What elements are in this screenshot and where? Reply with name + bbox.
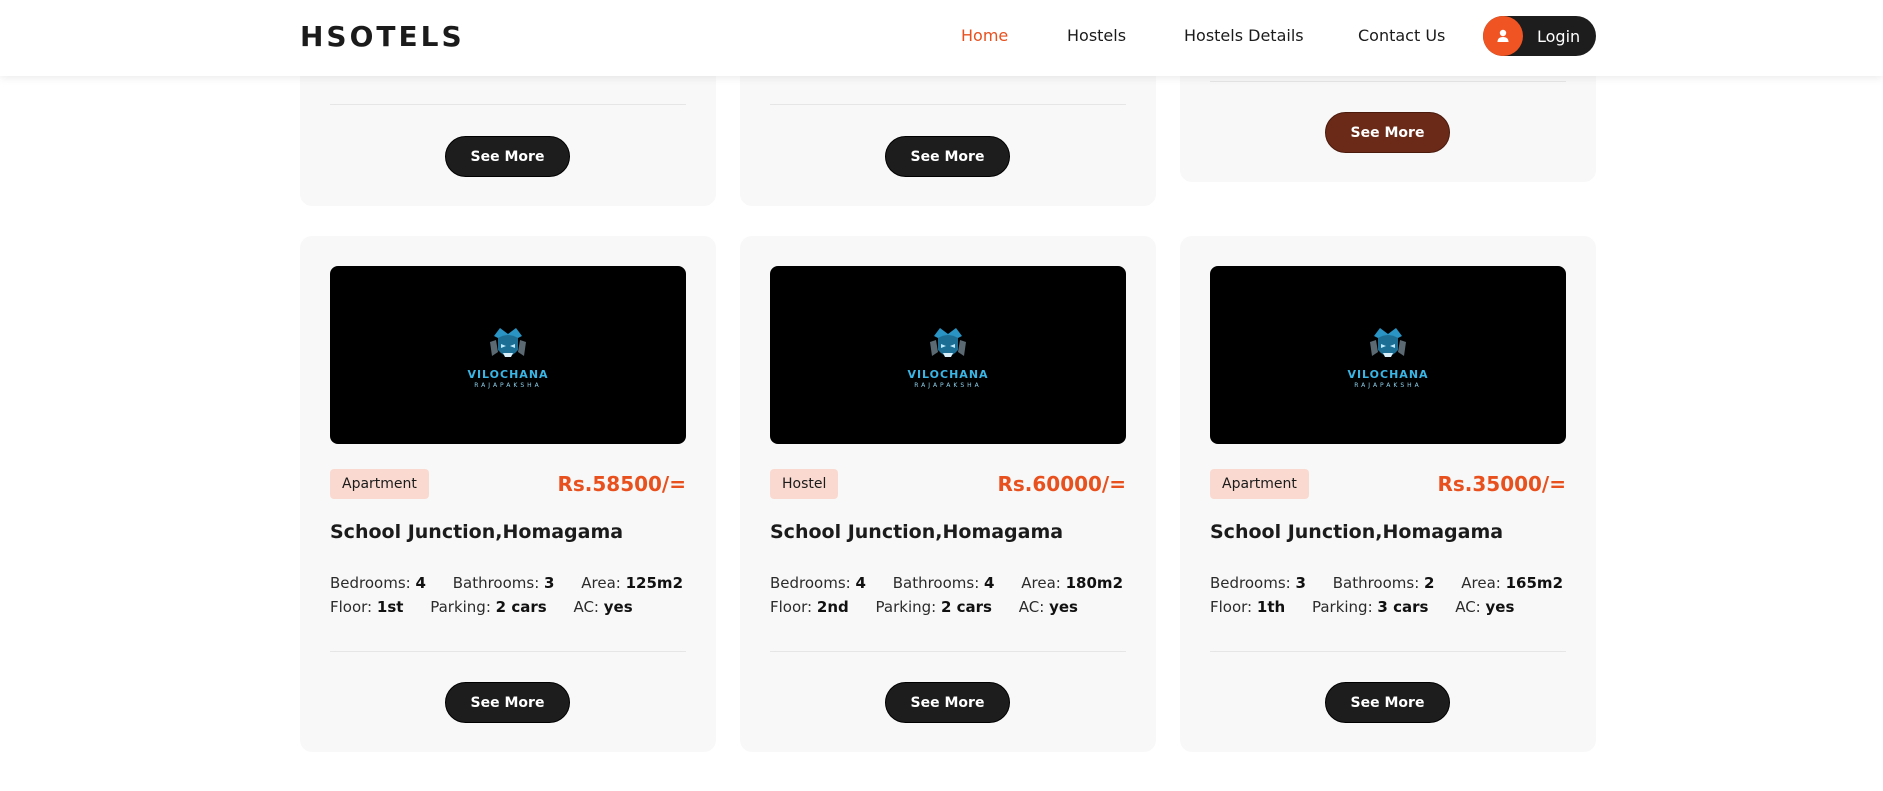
price: Rs.60000/=: [997, 472, 1126, 496]
parking-spec: Parking: 3 cars: [1311, 598, 1429, 616]
area-spec: Area: 165m2: [1461, 574, 1564, 592]
brand-subtitle: RAJAPAKSHA: [474, 381, 542, 389]
brand-subtitle: RAJAPAKSHA: [1354, 381, 1422, 389]
location-title[interactable]: School Junction,Homagama: [330, 521, 623, 543]
floor-spec: Floor: 2nd: [770, 598, 849, 616]
area-spec: Area: 125m2: [581, 574, 684, 592]
samurai-mask-icon: [930, 327, 966, 357]
location-title[interactable]: School Junction,Homagama: [1210, 521, 1503, 543]
samurai-mask-icon: [1370, 327, 1406, 357]
brand-logo: VILOCHANA RAJAPAKSHA: [467, 322, 548, 389]
spec-row-1: Bedrooms: 3 Bathrooms: 2 Area: 165m2: [1210, 574, 1585, 592]
bedrooms-spec: Bedrooms: 3: [1210, 574, 1306, 592]
listing-image[interactable]: VILOCHANA RAJAPAKSHA: [770, 266, 1126, 444]
bathrooms-spec: Bathrooms: 3: [452, 574, 555, 592]
listing-card: VILOCHANA RAJAPAKSHA Apartment Rs.35000/…: [1180, 236, 1596, 752]
price: Rs.35000/=: [1437, 472, 1566, 496]
user-icon: [1483, 16, 1523, 56]
card-divider: [1210, 651, 1566, 652]
see-more-button[interactable]: See More: [885, 682, 1010, 723]
listing-card: VILOCHANA RAJAPAKSHA Hostel Rs.60000/= S…: [740, 236, 1156, 752]
brand-name: VILOCHANA: [467, 367, 549, 381]
nav-home[interactable]: Home: [961, 26, 1008, 45]
ac-spec: AC: yes: [573, 598, 633, 616]
card-divider: [770, 104, 1126, 105]
card-divider: [770, 651, 1126, 652]
site-header: HSOTELS Home Hostels Hostels Details Con…: [0, 0, 1883, 76]
see-more-button[interactable]: See More: [1325, 112, 1450, 153]
listing-image[interactable]: VILOCHANA RAJAPAKSHA: [1210, 266, 1566, 444]
site-logo[interactable]: HSOTELS: [300, 20, 465, 53]
bedrooms-spec: Bedrooms: 4: [330, 574, 426, 592]
area-spec: Area: 180m2: [1021, 574, 1124, 592]
parking-spec: Parking: 2 cars: [430, 598, 547, 616]
samurai-mask-icon: [490, 327, 526, 357]
card-divider: [330, 651, 686, 652]
see-more-button[interactable]: See More: [1325, 682, 1450, 723]
see-more-button[interactable]: See More: [445, 136, 570, 177]
login-button[interactable]: Login: [1483, 16, 1596, 56]
bathrooms-spec: Bathrooms: 4: [892, 574, 995, 592]
property-type-badge: Hostel: [770, 469, 839, 499]
listing-image[interactable]: VILOCHANA RAJAPAKSHA: [330, 266, 686, 444]
see-more-button[interactable]: See More: [445, 682, 570, 723]
ac-spec: AC: yes: [1018, 598, 1078, 616]
spec-row-2: Floor: 2nd Parking: 2 cars AC: yes: [770, 598, 1100, 616]
see-more-button[interactable]: See More: [885, 136, 1010, 177]
spec-row-2: Floor: 1st Parking: 2 cars AC: yes: [330, 598, 655, 616]
listing-card: VILOCHANA RAJAPAKSHA Apartment Rs.58500/…: [300, 236, 716, 752]
brand-subtitle: RAJAPAKSHA: [914, 381, 982, 389]
spec-row-1: Bedrooms: 4 Bathrooms: 4 Area: 180m2: [770, 574, 1145, 592]
price: Rs.58500/=: [557, 472, 686, 496]
property-type-badge: Apartment: [330, 469, 429, 499]
brand-name: VILOCHANA: [907, 367, 989, 381]
floor-spec: Floor: 1st: [330, 598, 404, 616]
floor-spec: Floor: 1th: [1210, 598, 1286, 616]
spec-row-1: Bedrooms: 4 Bathrooms: 3 Area: 125m2: [330, 574, 705, 592]
location-title[interactable]: School Junction,Homagama: [770, 521, 1063, 543]
brand-logo: VILOCHANA RAJAPAKSHA: [1347, 322, 1428, 389]
nav-contact-us[interactable]: Contact Us: [1358, 26, 1445, 45]
spec-row-2: Floor: 1th Parking: 3 cars AC: yes: [1210, 598, 1536, 616]
parking-spec: Parking: 2 cars: [875, 598, 992, 616]
bedrooms-spec: Bedrooms: 4: [770, 574, 866, 592]
bathrooms-spec: Bathrooms: 2: [1332, 574, 1435, 592]
brand-name: VILOCHANA: [1347, 367, 1429, 381]
card-divider: [1210, 81, 1566, 82]
brand-logo: VILOCHANA RAJAPAKSHA: [907, 322, 988, 389]
card-divider: [330, 104, 686, 105]
property-type-badge: Apartment: [1210, 469, 1309, 499]
nav-hostels-details[interactable]: Hostels Details: [1184, 26, 1304, 45]
ac-spec: AC: yes: [1455, 598, 1515, 616]
login-label: Login: [1537, 26, 1581, 46]
nav-hostels[interactable]: Hostels: [1067, 26, 1126, 45]
